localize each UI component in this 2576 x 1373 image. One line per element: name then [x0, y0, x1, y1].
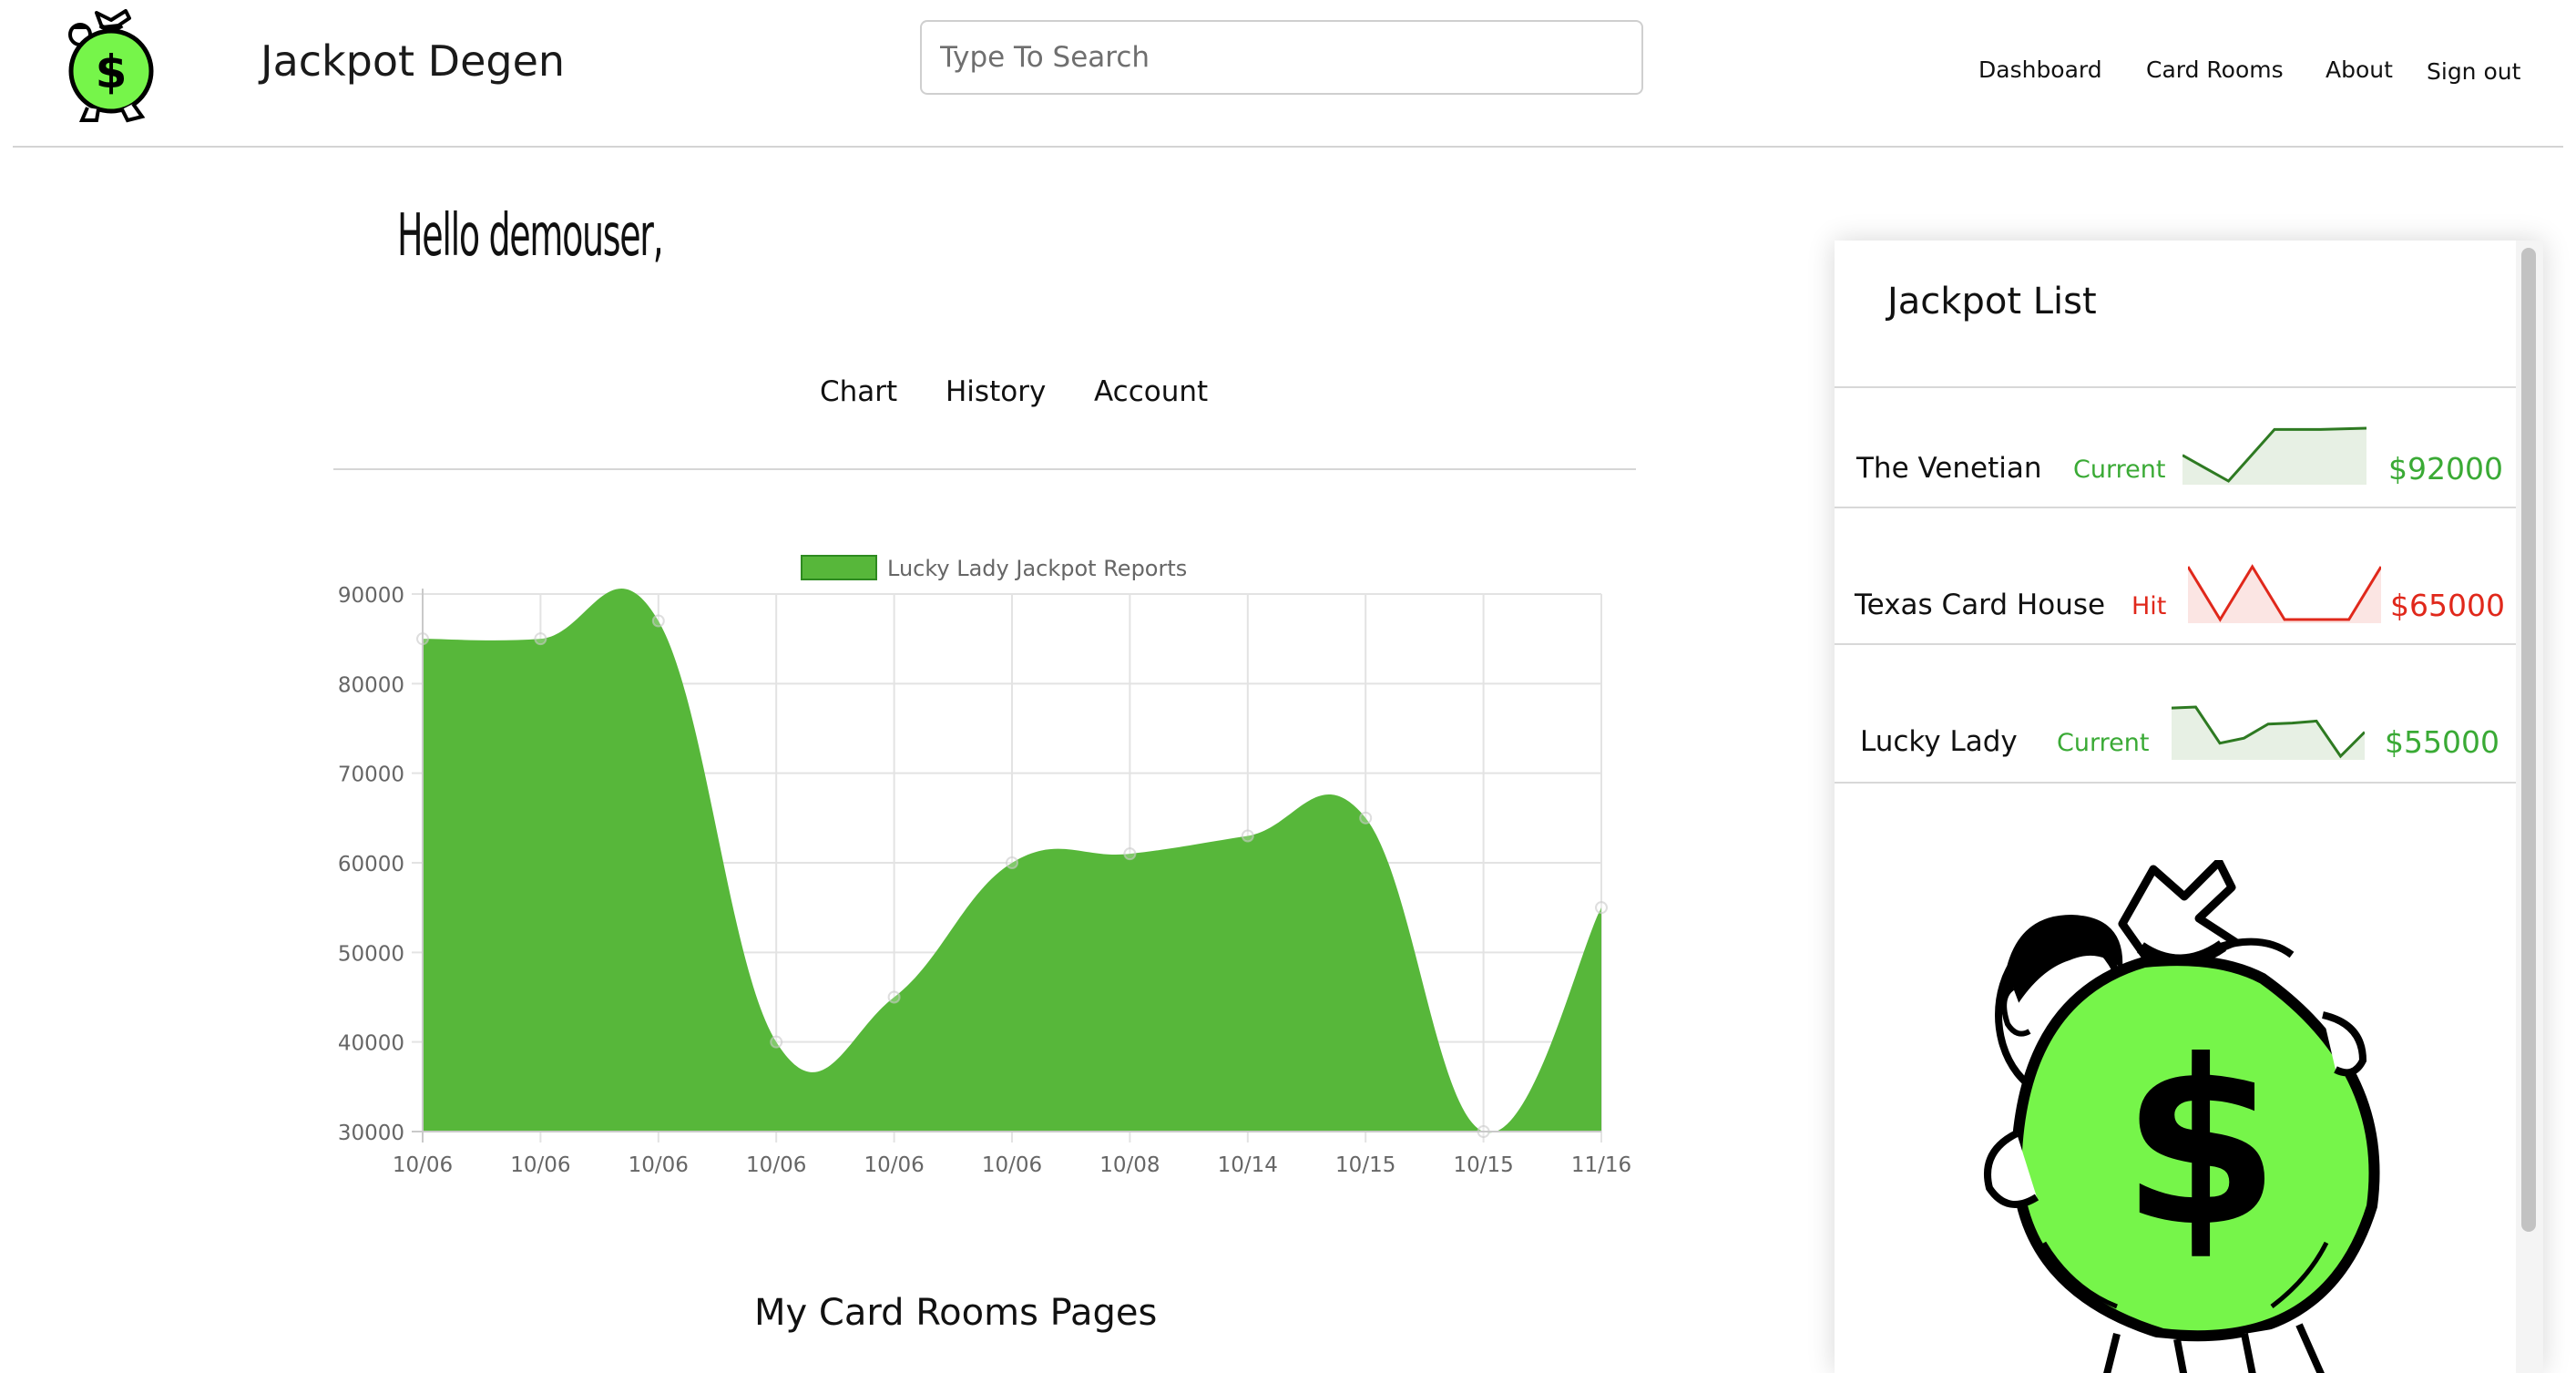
y-tick-label: 90000 [338, 584, 404, 608]
top-navbar: $ Jackpot Degen Dashboard Card Rooms Abo… [13, 0, 2563, 148]
x-tick-label: 10/14 [1218, 1153, 1278, 1177]
data-point [1006, 856, 1018, 869]
tab-history[interactable]: History [946, 375, 1046, 408]
x-tick-label: 10/08 [1099, 1153, 1160, 1177]
room-row-texas-card-house[interactable]: Texas Card House Hit $65000 [1835, 508, 2516, 645]
room-name: Texas Card House [1855, 589, 2106, 621]
tabs-divider [333, 468, 1636, 470]
nav-dashboard[interactable]: Dashboard [1978, 56, 2102, 83]
tab-chart[interactable]: Chart [820, 375, 897, 408]
data-point [1123, 847, 1137, 861]
data-point [1359, 811, 1373, 825]
svg-text:$: $ [2121, 1011, 2280, 1276]
room-status: Current [2073, 456, 2166, 484]
x-tick-label: 10/06 [982, 1153, 1042, 1177]
y-tick-label: 60000 [338, 853, 404, 876]
x-tick-label: 10/06 [864, 1153, 924, 1177]
x-tick-label: 10/15 [1335, 1153, 1395, 1177]
room-row-the-venetian[interactable]: The Venetian Current $92000 [1835, 388, 2516, 525]
x-tick-label: 10/06 [629, 1153, 689, 1177]
data-point [1241, 829, 1254, 843]
x-tick-label: 10/15 [1453, 1153, 1513, 1177]
sparkline-fill [2182, 428, 2366, 485]
tab-account[interactable]: Account [1094, 375, 1208, 408]
data-point [651, 614, 665, 628]
svg-text:$: $ [96, 46, 128, 98]
y-tick-label: 70000 [338, 763, 404, 787]
data-point [1595, 901, 1608, 915]
search-input[interactable] [920, 20, 1643, 95]
x-tick-label: 10/06 [746, 1153, 806, 1177]
jackpot-list-panel: Jackpot List The Venetian Current $92000… [1835, 241, 2543, 1373]
moneybag-man-icon: $ [1984, 860, 2380, 1373]
panel-scrollbar-thumb[interactable] [2521, 248, 2536, 1232]
x-tick-label: 10/06 [510, 1153, 570, 1177]
nav-sign-out[interactable]: Sign out [2427, 58, 2520, 85]
brand-title[interactable]: Jackpot Degen [261, 36, 565, 86]
y-tick-label: 50000 [338, 942, 404, 966]
y-tick-label: 40000 [338, 1032, 404, 1056]
trend-sparkline [2188, 564, 2381, 623]
sparkline-line [2188, 564, 2381, 622]
room-amount: $65000 [2390, 588, 2505, 623]
room-name: The Venetian [1856, 452, 2042, 485]
room-name: Lucky Lady [1860, 725, 2018, 758]
jackpot-area-chart: 90000 80000 70000 60000 50000 40000 30000 10/06… [338, 555, 1631, 1177]
trend-sparkline [2182, 426, 2366, 485]
panel-divider [1835, 782, 2516, 784]
room-amount: $92000 [2388, 451, 2503, 487]
data-point [770, 1035, 783, 1049]
room-row-lucky-lady[interactable]: Lucky Lady Current $55000 [1835, 645, 2516, 782]
legend-swatch [801, 555, 877, 580]
y-tick-label: 80000 [338, 673, 404, 697]
data-point [887, 990, 901, 1004]
nav-about[interactable]: About [2326, 56, 2393, 83]
greeting-heading: Hello demouser, [397, 202, 664, 270]
y-tick-label: 30000 [338, 1122, 404, 1145]
panel-title: Jackpot List [1887, 281, 2097, 323]
x-tick-label: 10/06 [393, 1153, 453, 1177]
room-status: Hit [2131, 592, 2167, 620]
room-amount: $55000 [2385, 724, 2499, 760]
legend-label: Lucky Lady Jackpot Reports [887, 556, 1187, 581]
room-status: Current [2057, 729, 2150, 757]
x-tick-label: 11/16 [1571, 1153, 1631, 1177]
data-point [534, 632, 547, 646]
section-title-card-rooms: My Card Rooms Pages [754, 1292, 1158, 1334]
moneybag-man-icon[interactable]: $ [55, 7, 164, 124]
nav-card-rooms[interactable]: Card Rooms [2146, 56, 2284, 83]
trend-sparkline [2172, 705, 2365, 760]
